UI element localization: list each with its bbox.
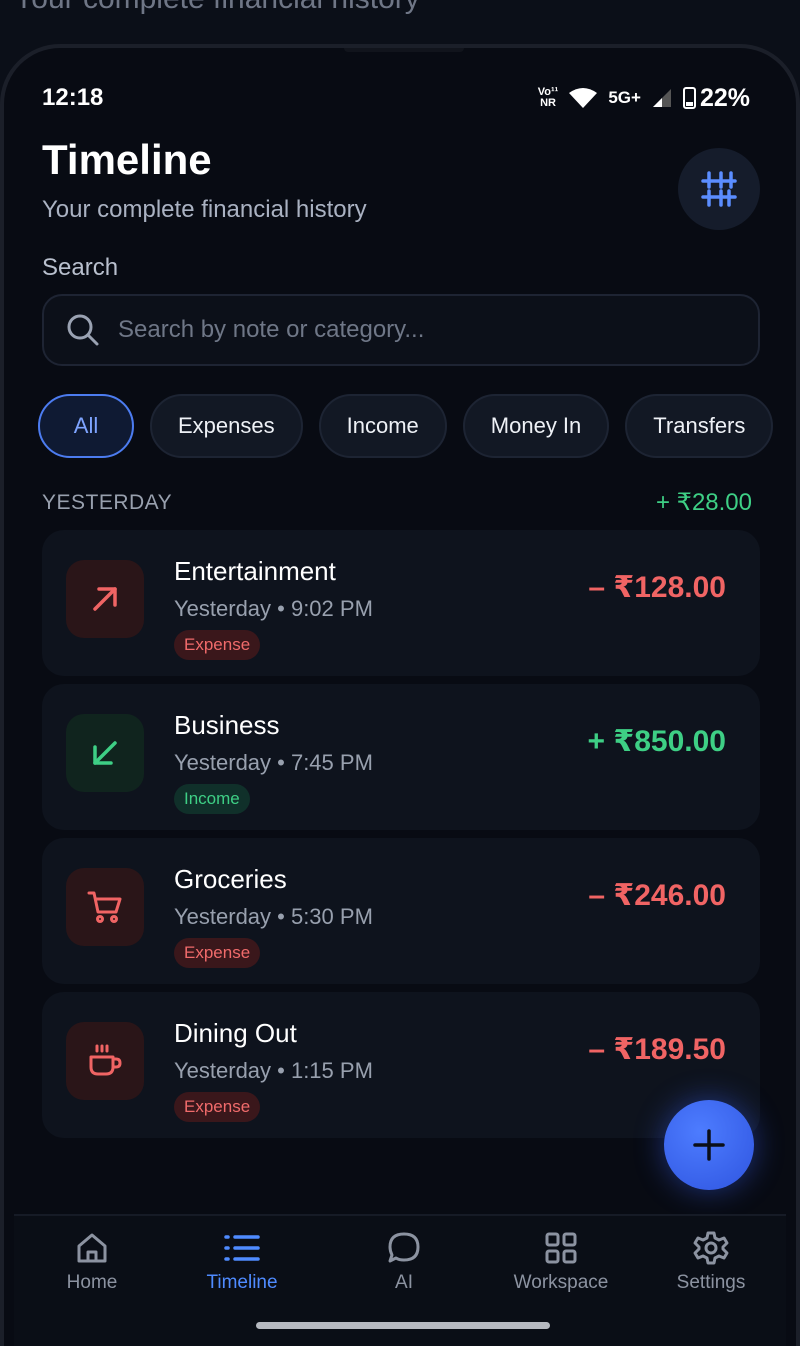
nav-label: Settings (676, 1272, 746, 1293)
transaction-icon-box (66, 1022, 144, 1100)
transaction-type-badge: Expense (174, 1092, 261, 1122)
search-box[interactable] (42, 294, 760, 366)
transaction-item[interactable]: Entertainment Yesterday • 9:02 PM Expens… (42, 530, 760, 676)
chip-expenses[interactable]: Expenses (150, 394, 303, 458)
status-indicators: Vo¹¹ NR 5G+ 22% (538, 84, 750, 113)
chat-bubble-icon (388, 1232, 420, 1263)
home-indicator[interactable] (256, 1322, 550, 1329)
status-time: 12:18 (42, 84, 104, 111)
transaction-amount: – ₹128.00 (588, 571, 726, 604)
home-icon (77, 1233, 107, 1263)
chip-transfers[interactable]: Transfers (625, 394, 774, 458)
battery-percent: 22% (699, 83, 750, 112)
transaction-list: Entertainment Yesterday • 9:02 PM Expens… (42, 530, 760, 1146)
chip-money-in[interactable]: Money In (462, 394, 610, 458)
nav-label: Home (66, 1272, 118, 1293)
date-group-total: + ₹28.00 (655, 489, 752, 516)
transaction-time: Yesterday • 5:30 PM (174, 904, 373, 929)
battery: 22% (682, 83, 750, 113)
search-input[interactable] (118, 316, 758, 344)
transaction-time: Yesterday • 7:45 PM (174, 750, 373, 775)
transaction-name: Business (174, 710, 280, 740)
transaction-type-badge: Income (174, 784, 250, 814)
date-group-label: YESTERDAY (42, 490, 173, 514)
transaction-item[interactable]: Dining Out Yesterday • 1:15 PM Expense –… (42, 992, 760, 1138)
nav-label: AI (395, 1272, 413, 1293)
filter-button[interactable] (678, 148, 760, 230)
volte-indicator: Vo¹¹ NR (538, 87, 559, 109)
chip-all[interactable]: All (38, 394, 134, 458)
search-icon (67, 314, 99, 346)
battery-icon (682, 87, 696, 109)
transaction-icon-box (66, 868, 144, 946)
chip-income[interactable]: Income (318, 394, 447, 458)
date-group-header: YESTERDAY + ₹28.00 (42, 488, 752, 517)
nav-ai[interactable]: AI (344, 1230, 464, 1294)
transaction-icon-box (66, 714, 144, 792)
filter-chips: All Expenses Income Money In Transfers (38, 394, 774, 458)
phone-screen: 12:18 Vo¹¹ NR 5G+ 22% Timeline Your comp… (0, 44, 800, 1346)
transaction-name: Entertainment (174, 556, 336, 586)
transaction-name: Groceries (174, 864, 287, 894)
background-title: Your complete financial history (14, 0, 420, 16)
nav-timeline[interactable]: Timeline (182, 1230, 302, 1294)
sliders-icon (701, 171, 737, 207)
arrow-up-right-icon (93, 587, 117, 611)
nav-workspace[interactable]: Workspace (501, 1230, 621, 1294)
signal-icon (652, 89, 671, 107)
add-transaction-button[interactable] (664, 1100, 754, 1190)
transaction-icon-box (66, 560, 144, 638)
transaction-item[interactable]: Business Yesterday • 7:45 PM Income + ₹8… (42, 684, 760, 830)
transaction-type-badge: Expense (174, 630, 261, 660)
nav-home[interactable]: Home (32, 1230, 152, 1294)
nav-label: Workspace (513, 1272, 609, 1293)
cart-icon (87, 891, 122, 923)
nav-settings[interactable]: Settings (651, 1230, 771, 1294)
coffee-cup-icon (89, 1044, 122, 1076)
status-bar: 12:18 Vo¹¹ NR 5G+ 22% (42, 82, 750, 114)
wifi-icon (569, 88, 598, 108)
transaction-amount: – ₹189.50 (588, 1033, 726, 1066)
arrow-down-left-icon (93, 741, 117, 765)
network-type: 5G+ (608, 88, 641, 107)
transaction-type-badge: Expense (174, 938, 261, 968)
transaction-time: Yesterday • 9:02 PM (174, 596, 373, 621)
search-label: Search (42, 254, 119, 281)
gear-icon (693, 1231, 729, 1265)
transaction-name: Dining Out (174, 1018, 297, 1048)
volte-bottom: NR (540, 97, 556, 109)
page-title: Timeline (42, 136, 212, 183)
transaction-amount: – ₹246.00 (588, 879, 726, 912)
transaction-time: Yesterday • 1:15 PM (174, 1058, 373, 1083)
transaction-amount: + ₹850.00 (587, 725, 727, 758)
nav-label: Timeline (206, 1272, 278, 1293)
page-subtitle: Your complete financial history (42, 196, 367, 223)
plus-icon (693, 1129, 725, 1161)
list-icon (224, 1235, 260, 1261)
grid-icon (545, 1232, 577, 1264)
transaction-item[interactable]: Groceries Yesterday • 5:30 PM Expense – … (42, 838, 760, 984)
